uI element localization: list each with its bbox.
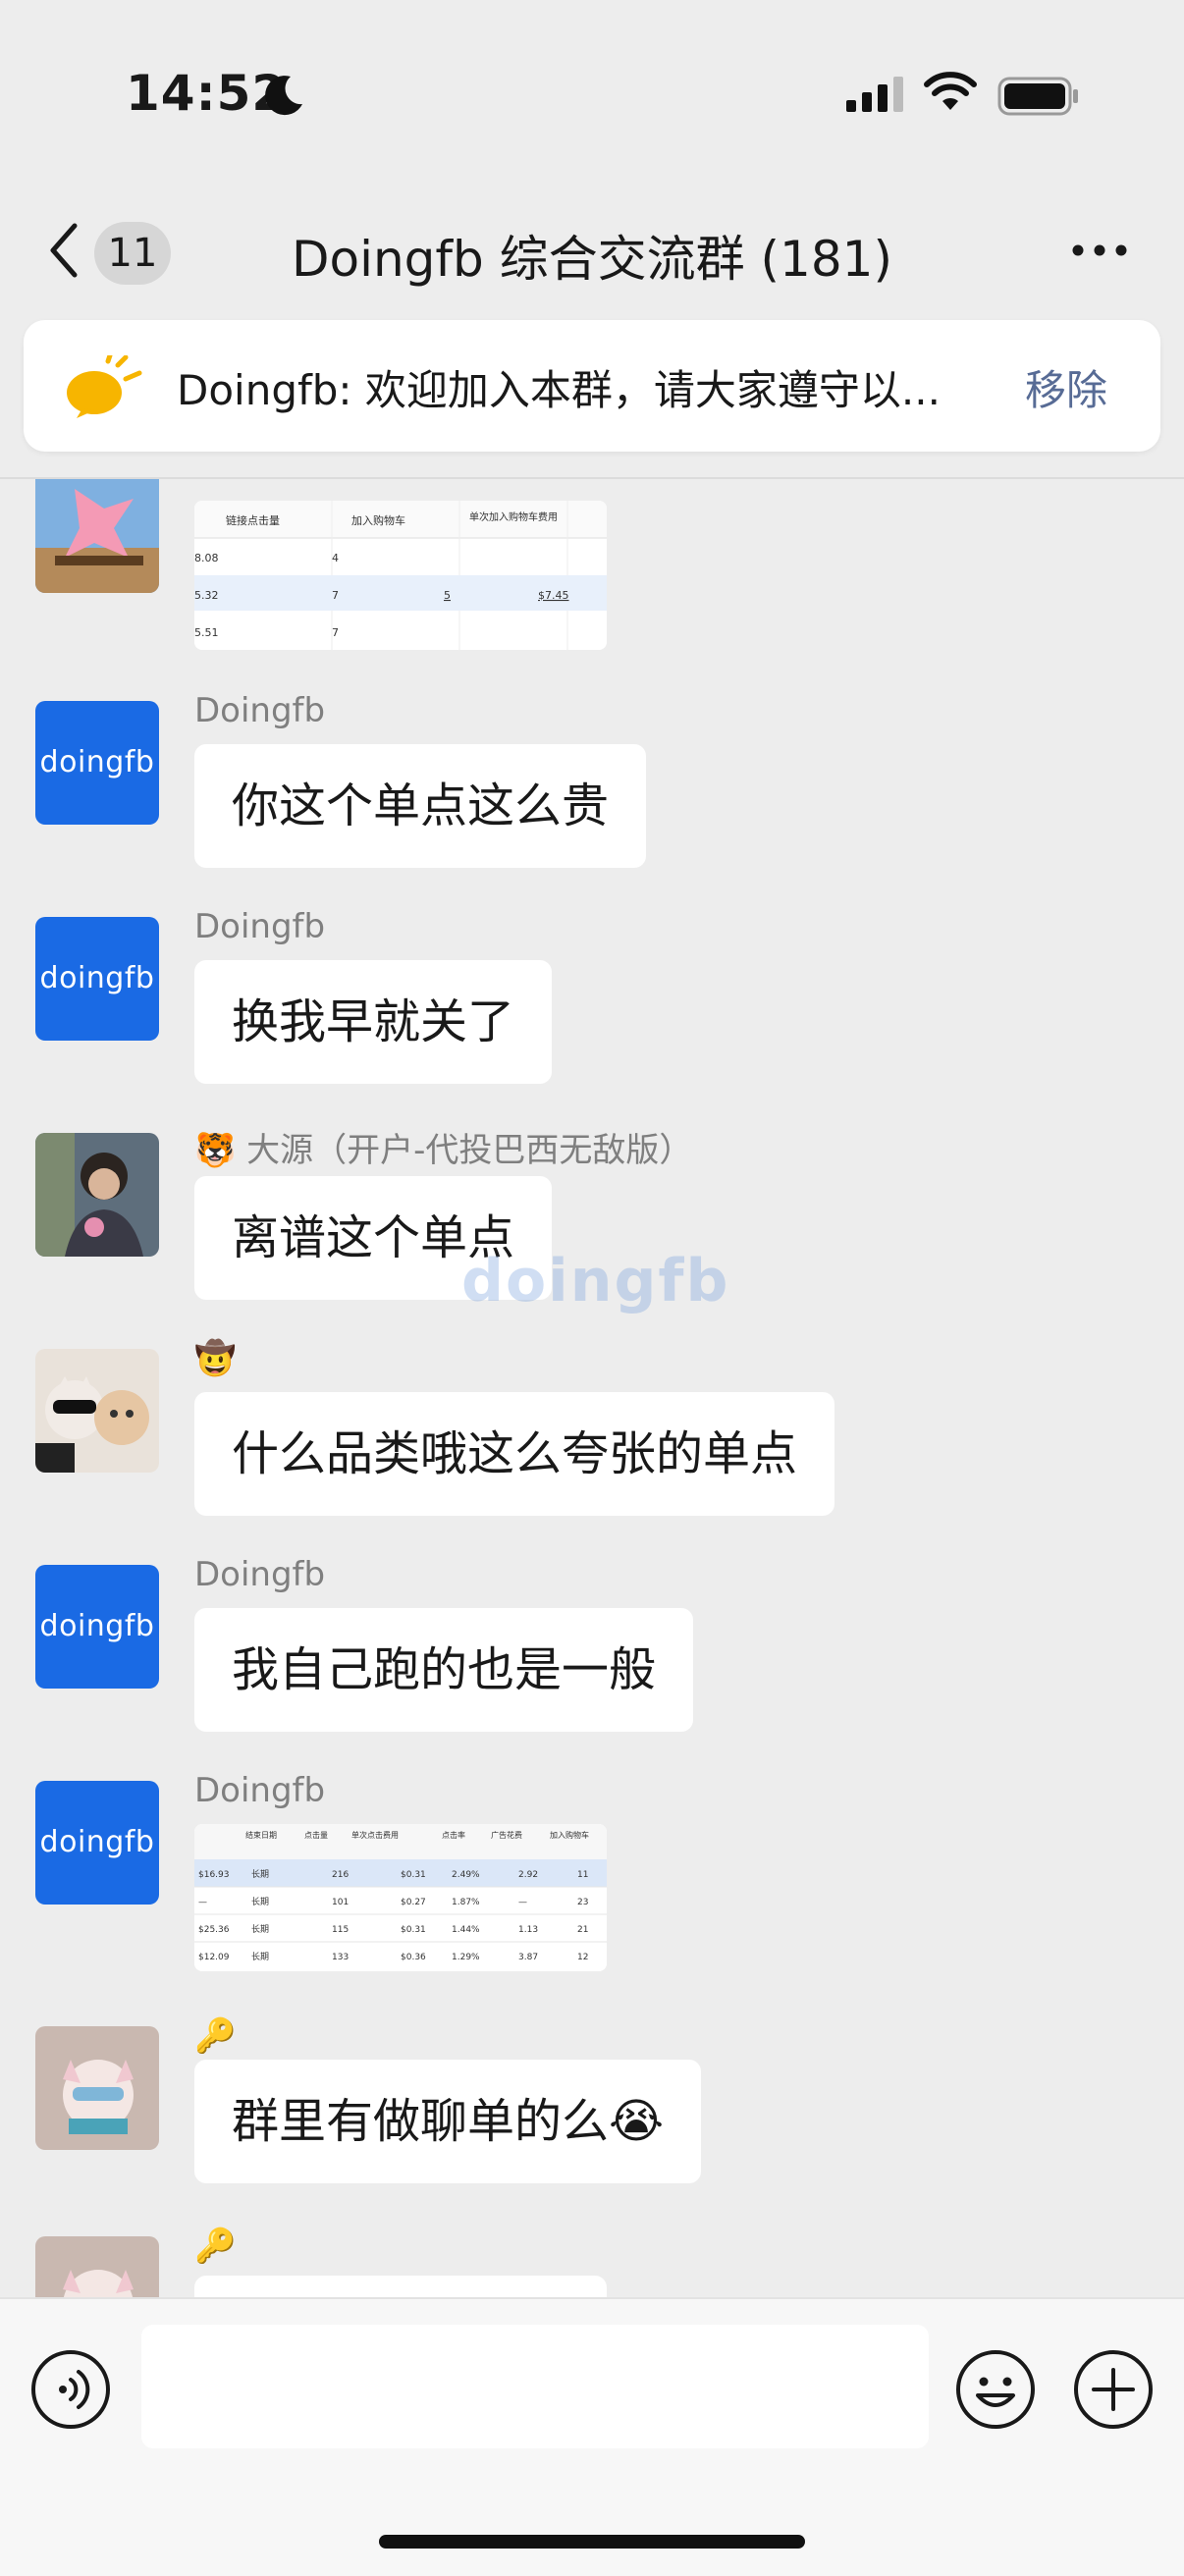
svg-text:133: 133 — [332, 1953, 349, 1962]
svg-text:长期: 长期 — [251, 1868, 269, 1880]
svg-text:$0.31: $0.31 — [401, 1925, 426, 1935]
sender-name: Doingfb — [194, 691, 326, 730]
plush-toy-avatar-icon — [35, 2236, 159, 2297]
message-bubble[interactable]: 群里有做聊单的么😭 — [194, 2060, 702, 2183]
table-screenshot-image: 结束日期 点击量 单次点击费用 点击率 广告花费 加入购物车 $16.93 长期… — [194, 1824, 607, 1971]
watermark: doingfb — [461, 1247, 730, 1315]
svg-text:点击量: 点击量 — [304, 1830, 328, 1840]
svg-text:1.44%: 1.44% — [452, 1925, 480, 1935]
svg-text:4: 4 — [332, 552, 339, 564]
moon-icon — [265, 76, 302, 116]
status-bar: 14:52 — [0, 0, 1184, 187]
more-options-icon[interactable] — [1070, 226, 1129, 275]
svg-text:3.87: 3.87 — [518, 1953, 538, 1962]
image-message[interactable]: 结束日期 点击量 单次点击费用 点击率 广告花费 加入购物车 $16.93 长期… — [194, 1824, 607, 1971]
group-notice-banner[interactable]: Doingfb: 欢迎加入本群，请大家遵守以... 移除 — [24, 320, 1160, 452]
svg-text:1.87%: 1.87% — [452, 1898, 480, 1907]
message-bubble[interactable]: 换我早就关了 — [194, 960, 553, 1084]
chat-title: Doingfb 综合交流群 (181) — [292, 231, 892, 288]
svg-text:5.32: 5.32 — [194, 589, 219, 602]
sender-name: Doingfb — [194, 1771, 326, 1810]
notice-text: Doingfb: 欢迎加入本群，请大家遵守以... — [177, 366, 941, 414]
message-bubble[interactable] — [194, 2276, 607, 2297]
plush-toy-avatar-icon — [35, 2026, 159, 2150]
notice-remove-button[interactable]: 移除 — [1025, 357, 1107, 417]
sender-name: 🤠 — [194, 1339, 237, 1378]
chat-header: 11 Doingfb 综合交流群 (181) — [0, 187, 1184, 314]
svg-text:7: 7 — [332, 589, 339, 602]
svg-text:101: 101 — [332, 1898, 349, 1907]
sender-name: Doingfb — [194, 1555, 326, 1594]
svg-text:$25.36: $25.36 — [198, 1925, 230, 1935]
avatar[interactable]: doingfb — [35, 917, 159, 1041]
svg-text:216: 216 — [332, 1870, 349, 1880]
avatar[interactable] — [35, 1349, 159, 1473]
svg-text:广告花费: 广告花费 — [491, 1830, 522, 1840]
message-bubble[interactable]: 你这个单点这么贵 — [194, 744, 647, 868]
svg-text:$16.93: $16.93 — [198, 1870, 230, 1880]
avatar[interactable]: doingfb — [35, 1781, 159, 1905]
avatar[interactable] — [35, 1133, 159, 1257]
svg-text:23: 23 — [577, 1898, 588, 1907]
avatar[interactable] — [35, 2236, 159, 2297]
sender-name: 🔑 — [194, 2016, 237, 2056]
svg-text:5.51: 5.51 — [194, 626, 219, 639]
message-bubble[interactable]: 我自己跑的也是一般 — [194, 1608, 694, 1732]
svg-text:—: — — [518, 1898, 527, 1907]
svg-text:11: 11 — [577, 1870, 588, 1880]
svg-text:$0.36: $0.36 — [401, 1953, 426, 1962]
svg-text:2.92: 2.92 — [518, 1870, 538, 1880]
battery-icon — [997, 77, 1078, 116]
svg-text:5: 5 — [444, 589, 451, 602]
svg-text:加入购物车: 加入购物车 — [351, 513, 405, 527]
svg-text:长期: 长期 — [251, 1896, 269, 1907]
sender-name: Doingfb — [194, 907, 326, 946]
cellular-signal-icon — [846, 77, 903, 112]
home-indicator[interactable] — [379, 2535, 805, 2549]
svg-text:115: 115 — [332, 1925, 349, 1935]
message-bubble[interactable]: 什么品类哦这么夸张的单点 — [194, 1392, 835, 1516]
svg-text:21: 21 — [577, 1925, 588, 1935]
svg-text:1.29%: 1.29% — [452, 1953, 480, 1962]
svg-text:8.08: 8.08 — [194, 552, 219, 564]
announcement-icon — [67, 355, 142, 418]
svg-text:2.49%: 2.49% — [452, 1870, 480, 1880]
message-list[interactable]: 链接点击量 加入购物车 单次加入购物车费用 8.08 4 5.32 7 5 $7… — [0, 479, 1184, 2297]
sender-name: 🐯 大源（开户-代投巴西无敌版） — [194, 1131, 693, 1170]
avatar[interactable] — [35, 2026, 159, 2150]
svg-text:1.13: 1.13 — [518, 1925, 538, 1935]
svg-text:$0.31: $0.31 — [401, 1870, 426, 1880]
svg-text:长期: 长期 — [251, 1951, 269, 1962]
emoji-icon[interactable] — [954, 2348, 1037, 2431]
cartoon-starfish-avatar-icon — [35, 479, 159, 593]
table-screenshot-image: 链接点击量 加入购物车 单次加入购物车费用 8.08 4 5.32 7 5 $7… — [194, 501, 607, 650]
wifi-icon — [924, 72, 977, 110]
svg-text:12: 12 — [577, 1953, 588, 1962]
avatar[interactable]: doingfb — [35, 1565, 159, 1689]
svg-text:单次点击费用: 单次点击费用 — [351, 1830, 399, 1840]
avatar[interactable] — [35, 479, 159, 593]
person-photo-avatar-icon — [35, 1133, 159, 1257]
image-message[interactable]: 链接点击量 加入购物车 单次加入购物车费用 8.08 4 5.32 7 5 $7… — [194, 501, 607, 650]
plus-icon[interactable] — [1072, 2348, 1155, 2431]
svg-text:单次加入购物车费用: 单次加入购物车费用 — [469, 510, 558, 523]
voice-input-icon[interactable] — [29, 2348, 112, 2431]
svg-text:7: 7 — [332, 626, 339, 639]
sender-name: 🔑 — [194, 2227, 237, 2266]
svg-text:—: — — [198, 1898, 207, 1907]
svg-text:结束日期: 结束日期 — [245, 1830, 277, 1840]
svg-text:长期: 长期 — [251, 1923, 269, 1935]
avatar[interactable]: doingfb — [35, 701, 159, 825]
svg-text:点击率: 点击率 — [442, 1830, 465, 1840]
svg-text:$0.27: $0.27 — [401, 1898, 426, 1907]
svg-text:$12.09: $12.09 — [198, 1953, 230, 1962]
cats-with-sunglasses-avatar-icon — [35, 1349, 159, 1473]
svg-text:链接点击量: 链接点击量 — [226, 513, 280, 527]
message-input[interactable] — [141, 2325, 929, 2448]
svg-text:加入购物车: 加入购物车 — [550, 1830, 589, 1840]
svg-text:$7.45: $7.45 — [538, 589, 569, 602]
